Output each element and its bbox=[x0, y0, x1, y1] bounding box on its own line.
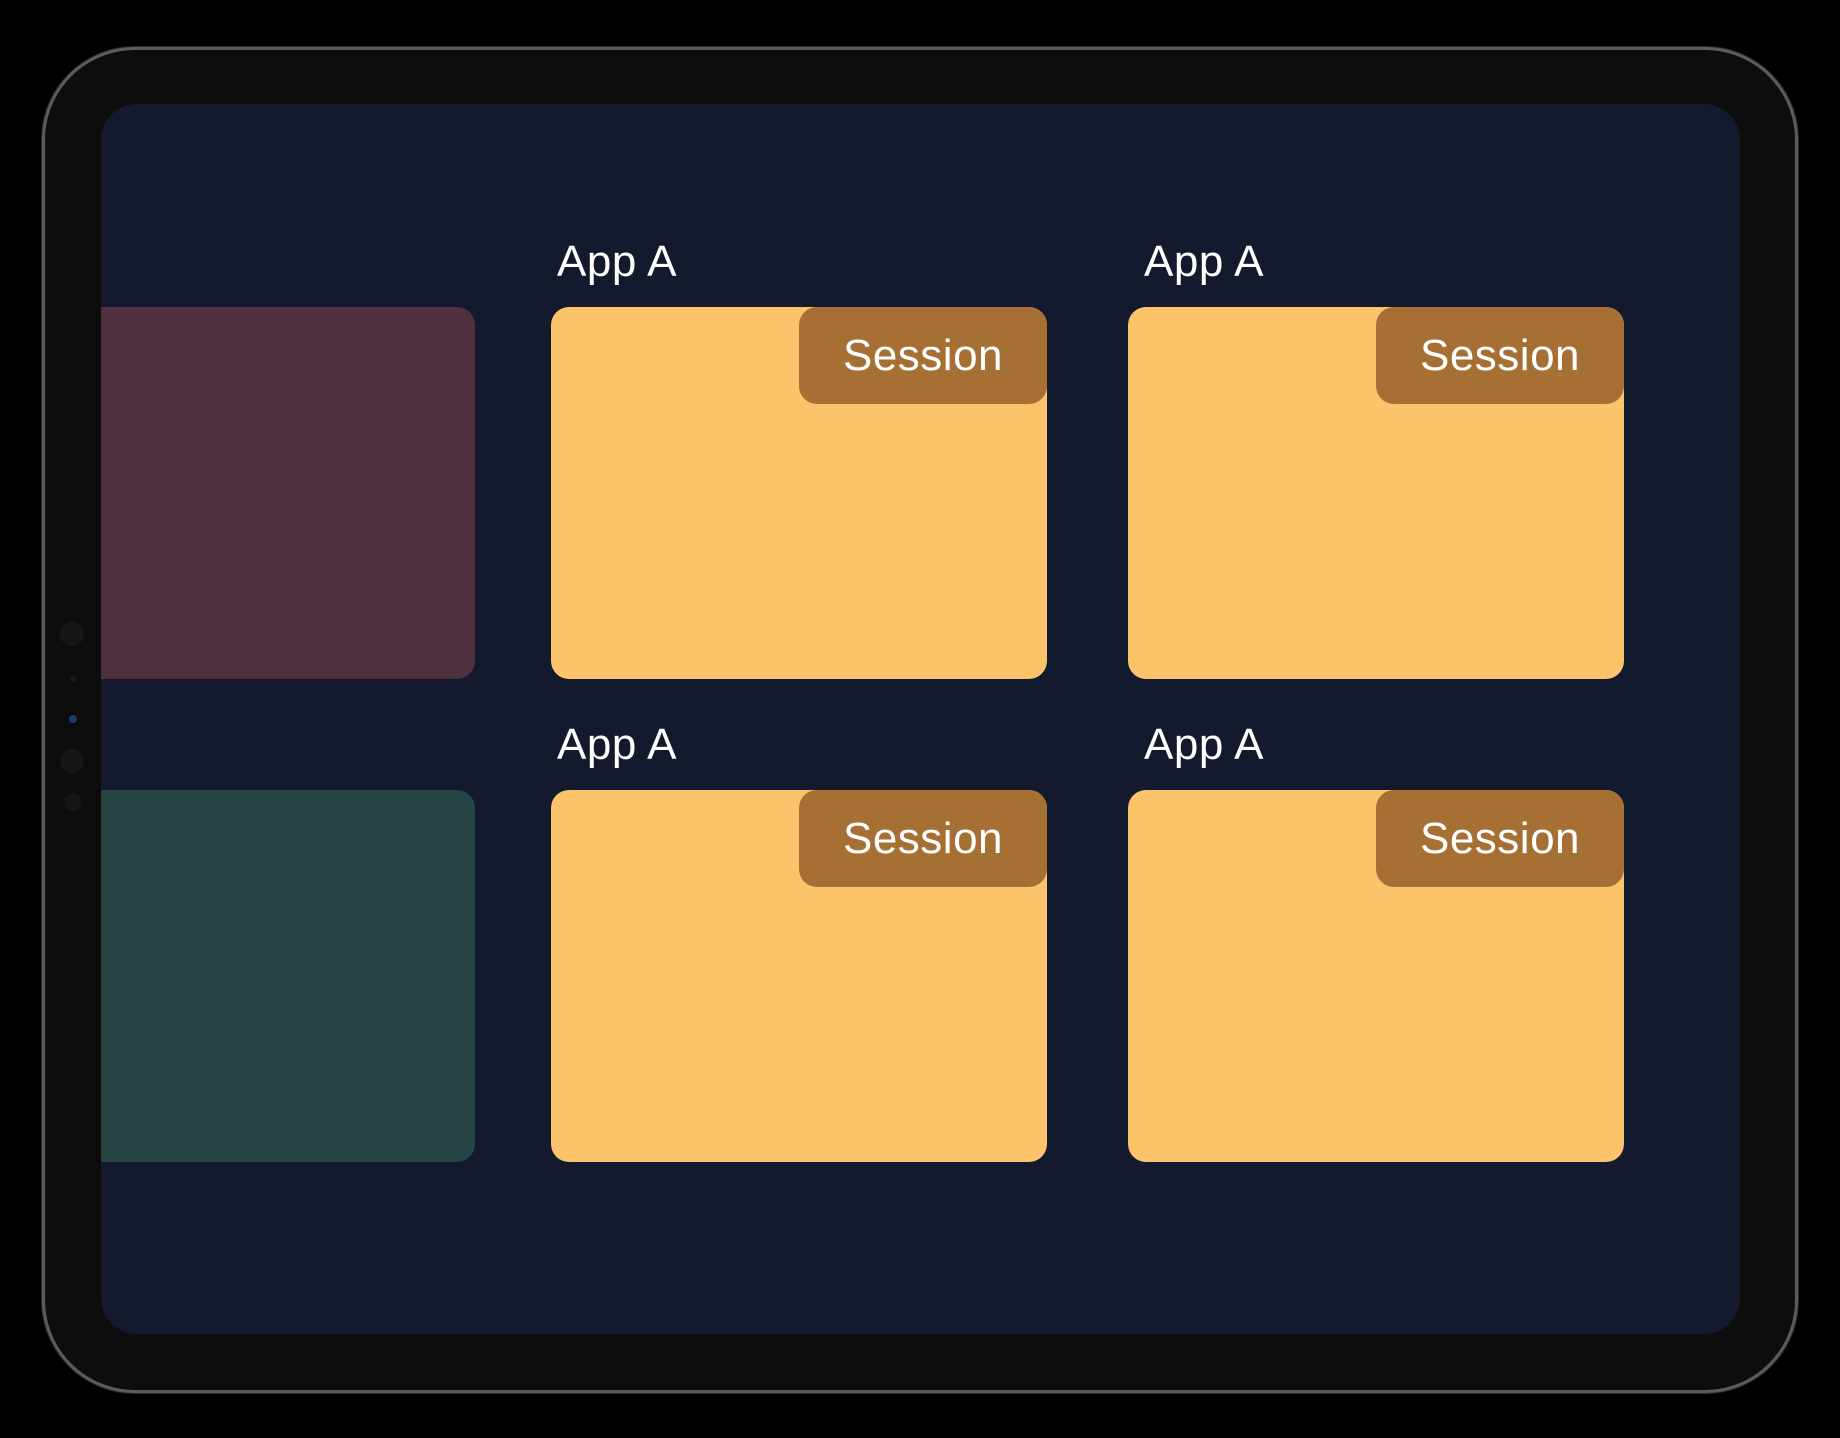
screen: App A Session App A Session App A Sessio… bbox=[101, 104, 1740, 1334]
camera-sensor bbox=[64, 793, 82, 811]
side-card-maroon[interactable] bbox=[101, 307, 475, 679]
app-label: App A bbox=[557, 720, 677, 769]
app-label: App A bbox=[557, 237, 677, 286]
app-label: App A bbox=[1144, 237, 1264, 286]
session-badge[interactable]: Session bbox=[799, 790, 1047, 887]
ambient-sensor bbox=[70, 676, 76, 682]
app-switcher-stage: App A Session App A Session App A Sessio… bbox=[0, 0, 1840, 1438]
session-badge[interactable]: Session bbox=[799, 307, 1047, 404]
camera-sensor bbox=[60, 622, 84, 646]
session-badge[interactable]: Session bbox=[1376, 307, 1624, 404]
app-card[interactable]: Session bbox=[551, 307, 1047, 679]
app-card[interactable]: Session bbox=[1128, 790, 1624, 1162]
camera-sensor bbox=[60, 749, 84, 773]
side-card-teal[interactable] bbox=[101, 790, 475, 1162]
app-card[interactable]: Session bbox=[551, 790, 1047, 1162]
proximity-sensor bbox=[69, 715, 77, 723]
app-label: App A bbox=[1144, 720, 1264, 769]
session-badge[interactable]: Session bbox=[1376, 790, 1624, 887]
app-card[interactable]: Session bbox=[1128, 307, 1624, 679]
